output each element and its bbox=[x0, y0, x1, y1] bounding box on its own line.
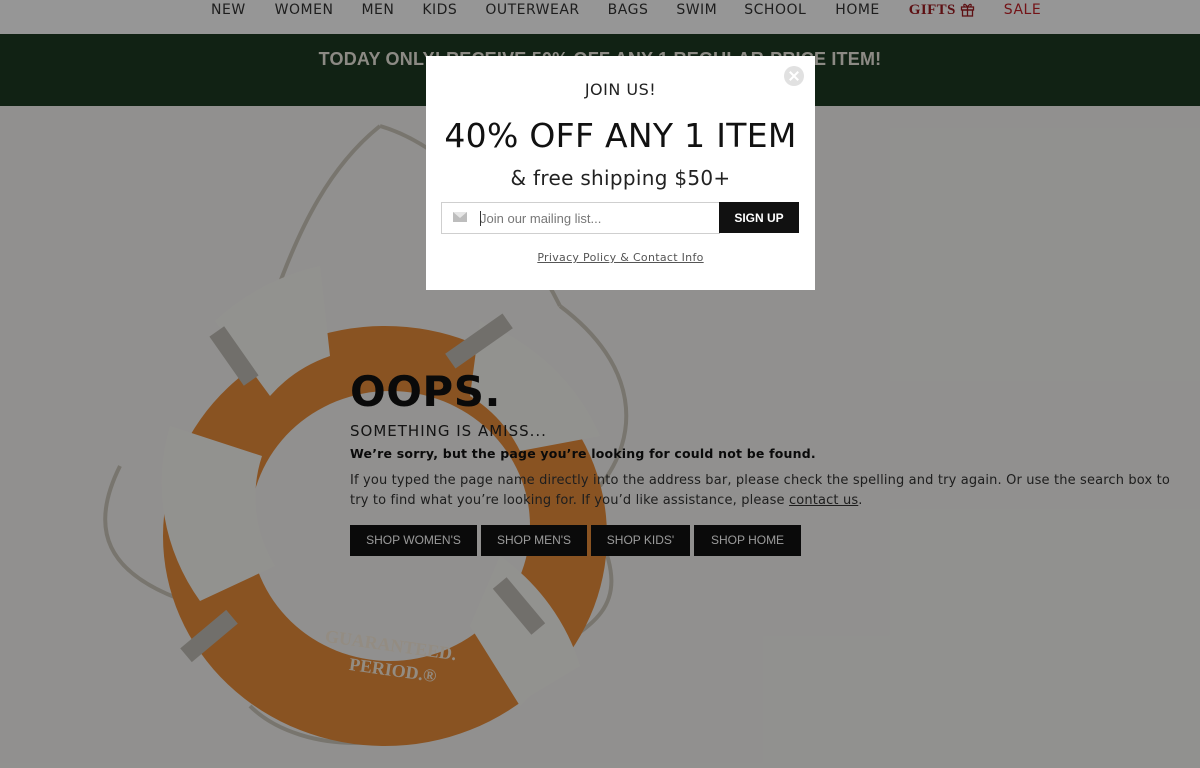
email-input[interactable] bbox=[480, 203, 710, 233]
modal-heading: JOIN US! bbox=[584, 80, 657, 99]
envelope-icon bbox=[453, 212, 467, 222]
modal-headline: 40% OFF ANY 1 ITEM bbox=[444, 116, 797, 155]
page: NEW WOMEN MEN KIDS OUTERWEAR BAGS SWIM S… bbox=[0, 0, 1200, 768]
signup-modal: JOIN US! 40% OFF ANY 1 ITEM & free shipp… bbox=[426, 56, 815, 290]
text-caret bbox=[480, 211, 481, 226]
modal-subheadline: & free shipping $50+ bbox=[510, 166, 731, 190]
email-field-wrapper bbox=[441, 202, 720, 234]
privacy-policy-link[interactable]: Privacy Policy & Contact Info bbox=[426, 251, 815, 264]
sign-up-button[interactable]: SIGN UP bbox=[719, 202, 799, 233]
